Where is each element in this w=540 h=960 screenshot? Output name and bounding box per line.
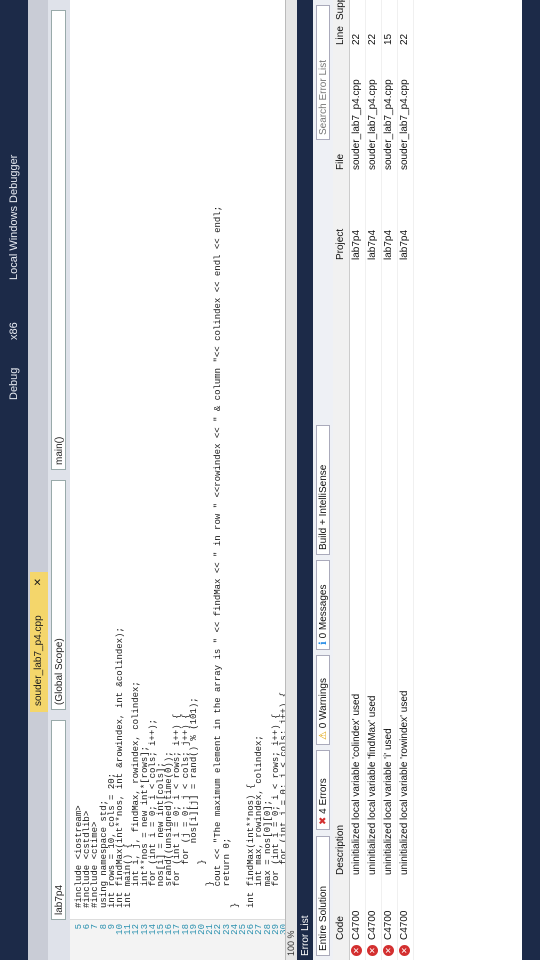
code-line[interactable]: return 0; [222, 838, 232, 908]
error-list-panel: Error List Entire Solution ✖ 4 Errors ⚠ … [297, 0, 540, 960]
error-row[interactable]: ✕ C4700 uninitialized local variable 'i' u… [381, 0, 398, 960]
error-icon: ✕ [367, 945, 378, 956]
col-description[interactable]: Description [335, 825, 346, 875]
code-line[interactable]: cout << "The maximum element in the arra… [213, 206, 223, 908]
error-list-title: Error List [299, 0, 313, 960]
status-bar [522, 0, 540, 960]
error-description: uninitialized local variable 'i' used [383, 728, 394, 875]
error-description: uninitialized local variable 'colindex' … [351, 693, 362, 875]
error-file: souder_lab7_p4.cpp [399, 79, 410, 170]
col-project[interactable]: Project [335, 229, 346, 260]
close-icon[interactable]: ✕ [30, 578, 48, 586]
error-line: 15 [383, 33, 394, 45]
col-code[interactable]: Code [335, 916, 346, 940]
error-code: C4700 [367, 910, 378, 940]
platform-dropdown[interactable]: x86 [8, 322, 20, 340]
error-code: C4700 [399, 910, 410, 940]
col-suppression[interactable]: Suppr [335, 0, 346, 20]
code-line[interactable]: } [230, 903, 240, 908]
col-line[interactable]: Line [335, 26, 346, 45]
error-project: lab7p4 [383, 229, 394, 260]
debug-config-dropdown[interactable]: Debug [8, 368, 20, 400]
error-line: 22 [399, 33, 410, 45]
tab-label: souder_lab7_p4.cpp [33, 615, 44, 706]
local-debugger-button[interactable]: Local Windows Debugger [8, 155, 20, 280]
error-file: souder_lab7_p4.cpp [383, 79, 394, 170]
zoom-level[interactable]: 100 % [286, 930, 296, 956]
code-editor[interactable]: 5 6 7 8 9 10 11 12 13 14 15 16 17 18 19 20 21 22 23 24 25 26 2… [70, 0, 285, 960]
error-row[interactable]: ✕ C4700 uninitialized local variable 'find… [365, 0, 382, 960]
project-dropdown[interactable]: lab7p4 [51, 720, 66, 920]
error-description: uninitialized local variable 'findMax' u… [367, 695, 378, 875]
error-icon: ✕ [351, 945, 362, 956]
line-number-gutter: 5 6 7 8 9 10 11 12 13 14 15 16 17 18 19 20 21 22 23 24 25 26 2… [70, 919, 285, 960]
error-description: uninitialized local variable 'rowindex' … [399, 690, 410, 875]
error-row[interactable]: ✕ C4700 uninitialized local variable 'rowi… [397, 0, 414, 960]
error-code: C4700 [383, 910, 394, 940]
error-file: souder_lab7_p4.cpp [351, 79, 362, 170]
warning-icon: ⚠ [318, 728, 329, 740]
search-error-list-input[interactable]: Search Error List [316, 5, 330, 140]
main-toolbar: Debug x86 Local Windows Debugger [0, 0, 28, 960]
error-code: C4700 [351, 910, 362, 940]
error-line: 22 [351, 33, 362, 45]
errors-filter-button[interactable]: ✖ 4 Errors [316, 750, 330, 830]
error-file: souder_lab7_p4.cpp [367, 79, 378, 170]
info-icon: ℹ [318, 638, 329, 645]
error-row[interactable]: ✕ C4700 uninitialized local variable 'coli… [349, 0, 366, 960]
tab-souder-lab7-p4[interactable]: souder_lab7_p4.cpp ✕ [30, 572, 48, 712]
col-file[interactable]: File [335, 154, 346, 170]
scope-filter-dropdown[interactable]: Entire Solution [316, 836, 330, 956]
error-icon: ✕ [383, 945, 394, 956]
error-icon: ✕ [399, 945, 410, 956]
error-line: 22 [367, 33, 378, 45]
function-dropdown[interactable]: main() [51, 10, 66, 470]
messages-filter-button[interactable]: ℹ 0 Messages [316, 560, 330, 650]
navigation-bar: lab7p4 (Global Scope) main() [48, 0, 71, 960]
error-list-header: Code Description Project File Line Suppr [333, 0, 350, 960]
error-project: lab7p4 [351, 229, 362, 260]
error-icon: ✖ [318, 813, 329, 825]
error-list-filters: Entire Solution ✖ 4 Errors ⚠ 0 Warnings … [313, 0, 333, 960]
error-project: lab7p4 [367, 229, 378, 260]
ide-window: Debug x86 Local Windows Debugger souder_… [0, 0, 540, 960]
scope-dropdown[interactable]: (Global Scope) [51, 480, 66, 710]
error-project: lab7p4 [399, 229, 410, 260]
build-filter-dropdown[interactable]: Build + IntelliSense [316, 425, 330, 555]
warnings-filter-button[interactable]: ⚠ 0 Warnings [316, 655, 330, 745]
